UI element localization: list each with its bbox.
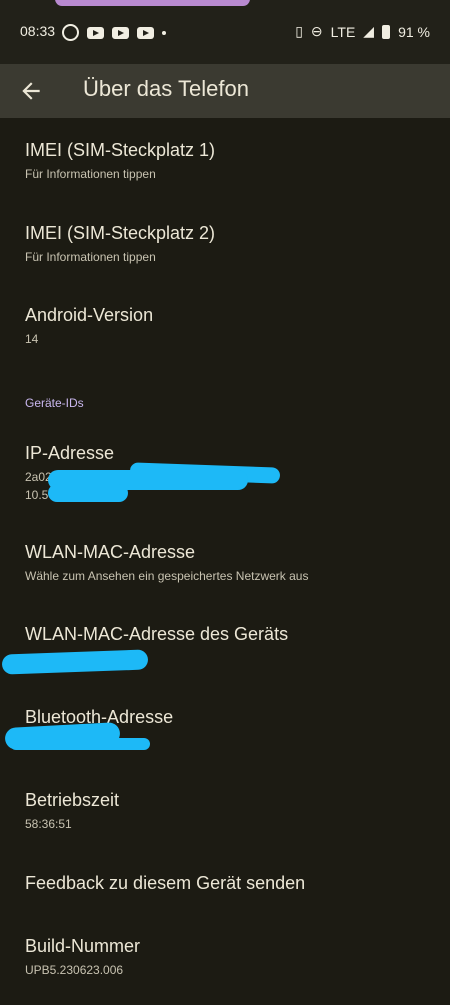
app-bar: Über das Telefon [0, 64, 450, 118]
page-title: Über das Telefon [83, 76, 249, 101]
youtube-icon [137, 26, 154, 39]
list-item-wlan-mac[interactable]: WLAN-MAC-Adresse Wähle zum Ansehen ein g… [25, 542, 435, 583]
item-title: Build-Nummer [25, 936, 141, 956]
list-item-uptime[interactable]: Betriebszeit 58:36:51 [25, 790, 435, 831]
item-subtitle: Für Informationen tippen [25, 167, 156, 181]
redaction-mark [48, 484, 128, 502]
list-item-build-number[interactable]: Build-Nummer UPB5.230623.006 [25, 936, 435, 977]
item-subtitle: Wähle zum Ansehen ein gespeichertes Netz… [25, 569, 309, 583]
ongoing-call-pill[interactable] [55, 0, 250, 6]
notification-icons [62, 24, 166, 41]
item-title: IMEI (SIM-Steckplatz 1) [25, 140, 216, 160]
redaction-mark [10, 738, 150, 750]
status-time: 08:33 [20, 23, 56, 39]
more-notifications-dot-icon [162, 30, 166, 35]
item-title: Betriebszeit [25, 790, 120, 810]
network-type: LTE [330, 23, 356, 40]
youtube-icon [112, 26, 129, 39]
battery-icon [382, 24, 391, 39]
item-title: IP-Adresse [25, 443, 115, 463]
battery-percentage: 91 % [398, 23, 430, 40]
system-icons: ▯ ⊖ LTE ◢ 91 % [295, 23, 430, 40]
signal-icon: ◢ [363, 23, 375, 39]
status-bar: 08:33 ▯ ⊖ LTE ◢ 91 % [0, 0, 450, 64]
list-item-device-wlan-mac[interactable]: WLAN-MAC-Adresse des Geräts [25, 624, 435, 651]
list-item-imei-1[interactable]: IMEI (SIM-Steckplatz 1) Für Informatione… [25, 140, 435, 181]
item-title: WLAN-MAC-Adresse des Geräts [25, 624, 289, 644]
dnd-icon: ⊖ [310, 23, 323, 39]
item-title: WLAN-MAC-Adresse [25, 542, 196, 562]
back-arrow-icon[interactable] [18, 78, 44, 104]
item-title: Feedback zu diesem Gerät senden [25, 873, 306, 893]
vibrate-icon: ▯ [295, 23, 303, 39]
item-title: IMEI (SIM-Steckplatz 2) [25, 223, 216, 243]
redaction-mark [1, 649, 149, 675]
whatsapp-icon [62, 24, 79, 41]
youtube-icon [87, 26, 104, 39]
item-subtitle: Für Informationen tippen [25, 250, 156, 264]
section-header-device-ids: Geräte-IDs [25, 396, 84, 410]
list-item-send-feedback[interactable]: Feedback zu diesem Gerät senden [25, 873, 435, 894]
item-subtitle: 58:36:51 [25, 817, 72, 831]
item-subtitle: 14 [25, 332, 39, 346]
item-subtitle: UPB5.230623.006 [25, 963, 124, 977]
list-item-imei-2[interactable]: IMEI (SIM-Steckplatz 2) Für Informatione… [25, 223, 435, 264]
list-item-android-version[interactable]: Android-Version 14 [25, 305, 435, 346]
item-title: Android-Version [25, 305, 154, 325]
